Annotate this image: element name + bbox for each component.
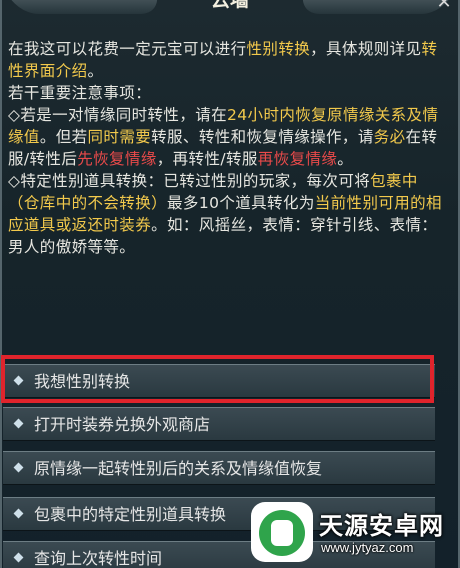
option-fashion-shop[interactable]: 打开时装券兑换外观商店 [3,407,435,441]
header-ornament-left [5,0,165,14]
option-label: 查询上次转性时间 [34,549,163,568]
option-label: 包裹中的特定性别道具转换 [34,505,227,524]
header-ornament-right [295,0,455,14]
desc-paragraph-2: 若干重要注意事项： [8,84,152,102]
option-label: 我想性别转换 [34,372,131,391]
site-watermark: 天源安卓网 www.jytyaz.com [251,500,456,564]
dialog-title: 云墙 [210,0,249,11]
watermark-url: www.jytyaz.com [321,540,414,555]
desc-paragraph-4: ◇特定性别道具转换：已转过性别的玩家，每次可将包裹中（仓库中的不会转换）最多10… [8,172,442,256]
android-logo-icon [251,502,313,562]
option-relationship-restore[interactable]: 原情缘一起转性别后的关系及情缘值恢复 [3,451,435,485]
close-icon[interactable]: ✕ [434,0,454,14]
diamond-bullet-icon [13,462,24,473]
npc-description: 在我这可以花费一定元宝可以进行性别转换，具体规则详见转性界面介绍。 若干重要注意… [8,38,448,258]
option-label: 原情缘一起转性别后的关系及情缘值恢复 [34,459,323,478]
diamond-bullet-icon [13,418,24,429]
diamond-bullet-icon [13,508,24,519]
diamond-bullet-icon [13,552,24,563]
option-label: 打开时装券兑换外观商店 [34,415,211,434]
watermark-name: 天源安卓网 [319,512,444,540]
desc-paragraph-3: ◇若是一对情缘同时转性，请在24小时内恢复原情缘关系及情缘值。但若同时需要转服、… [8,106,439,168]
option-gender-change[interactable]: 我想性别转换 [3,364,435,398]
desc-paragraph-1: 在我这可以花费一定元宝可以进行性别转换，具体规则详见转性界面介绍。 [8,40,438,80]
diamond-bullet-icon [13,375,24,386]
